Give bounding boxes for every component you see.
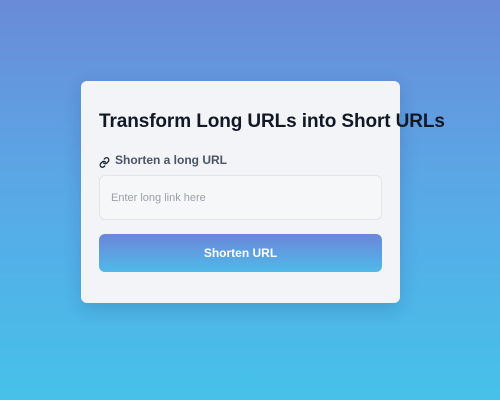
link-icon xyxy=(99,155,110,168)
url-field-label: Shorten a long URL xyxy=(99,153,227,168)
url-field-label-text: Shorten a long URL xyxy=(115,153,227,167)
shorten-url-button[interactable]: Shorten URL xyxy=(99,234,382,272)
shortener-card: Transform Long URLs into Short URLs Shor… xyxy=(81,81,445,303)
long-url-input[interactable] xyxy=(99,175,382,220)
page-title: Transform Long URLs into Short URLs xyxy=(99,111,445,132)
page-background: { "card": { "title": "Transform Long URL… xyxy=(0,0,500,400)
